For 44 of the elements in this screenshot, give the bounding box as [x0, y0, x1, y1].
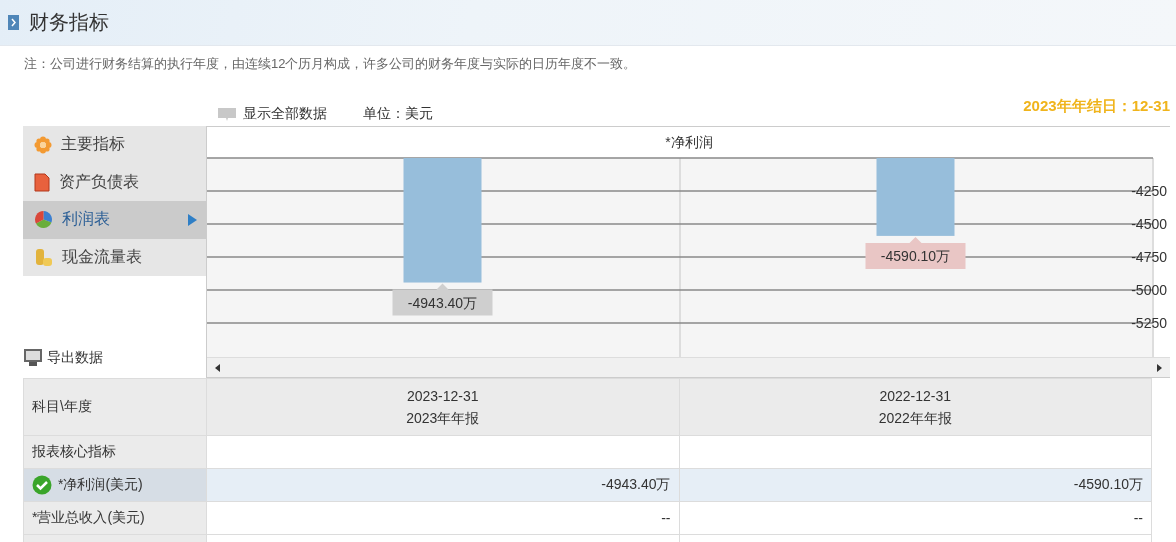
flower-icon — [34, 135, 52, 154]
show-all-data-link[interactable]: 显示全部数据 — [243, 105, 327, 123]
y-tick-label: -4250 — [1131, 183, 1167, 199]
table-cell: -- — [206, 501, 679, 535]
row-label: *营业总收入(美元) — [32, 509, 145, 527]
value-label: -4590.10万 — [865, 236, 966, 269]
checkmark-icon — [32, 475, 52, 495]
export-data-link[interactable]: 导出数据 — [23, 348, 103, 367]
row-label: 报表核心指标 — [32, 443, 116, 461]
scroll-right-icon[interactable] — [1157, 363, 1162, 372]
page-title: 财务指标 — [29, 10, 109, 35]
document-icon — [34, 172, 50, 192]
sidebar-item[interactable]: 现金流量表 — [23, 238, 206, 276]
computer-icon — [23, 348, 43, 367]
chart-title: *净利润 — [665, 134, 713, 150]
table-cell: -4943.40万 — [206, 468, 679, 502]
speech-bubble-icon — [217, 106, 237, 122]
data-label: -4590.10万 — [880, 247, 951, 264]
y-tick-label: -4500 — [1131, 216, 1167, 232]
table-cell: -4590.10万 — [679, 468, 1152, 502]
bar[interactable] — [403, 158, 482, 283]
fiscal-year-end: 2023年年结日：12-31 — [1023, 96, 1170, 116]
table-header-cell: 科目\年度 — [23, 378, 207, 436]
pie-chart-icon — [34, 210, 53, 230]
bar[interactable] — [876, 158, 955, 236]
row-label: *净利润(美元) — [58, 476, 143, 494]
unit-label: 单位：美元 — [363, 105, 433, 123]
data-label: -4943.40万 — [407, 294, 478, 311]
chevron-icon — [8, 15, 19, 30]
table-header-cell: 2022-12-31 2022年年报 — [679, 378, 1152, 436]
value-label: -4943.40万 — [392, 283, 493, 316]
table-cell: -- — [679, 501, 1152, 535]
sidebar-item[interactable]: 资产负债表 — [23, 163, 206, 201]
scroll-left-icon[interactable] — [215, 363, 220, 372]
coins-icon — [34, 247, 53, 267]
sidebar-item[interactable]: 利润表 — [23, 201, 206, 239]
table-header-cell: 2023-12-31 2023年年报 — [206, 378, 679, 436]
sidebar-item[interactable]: 主要指标 — [23, 126, 206, 164]
horizontal-scrollbar[interactable] — [207, 357, 1170, 377]
note-text: 注：公司进行财务结算的执行年度，由连续12个历月构成，许多公司的财务年度与实际的日历年度不一致。 — [23, 55, 638, 73]
y-tick-label: -5000 — [1131, 282, 1167, 298]
y-tick-label: -5250 — [1131, 315, 1167, 331]
y-tick-label: -4750 — [1131, 249, 1167, 265]
arrow-icon — [188, 214, 197, 226]
